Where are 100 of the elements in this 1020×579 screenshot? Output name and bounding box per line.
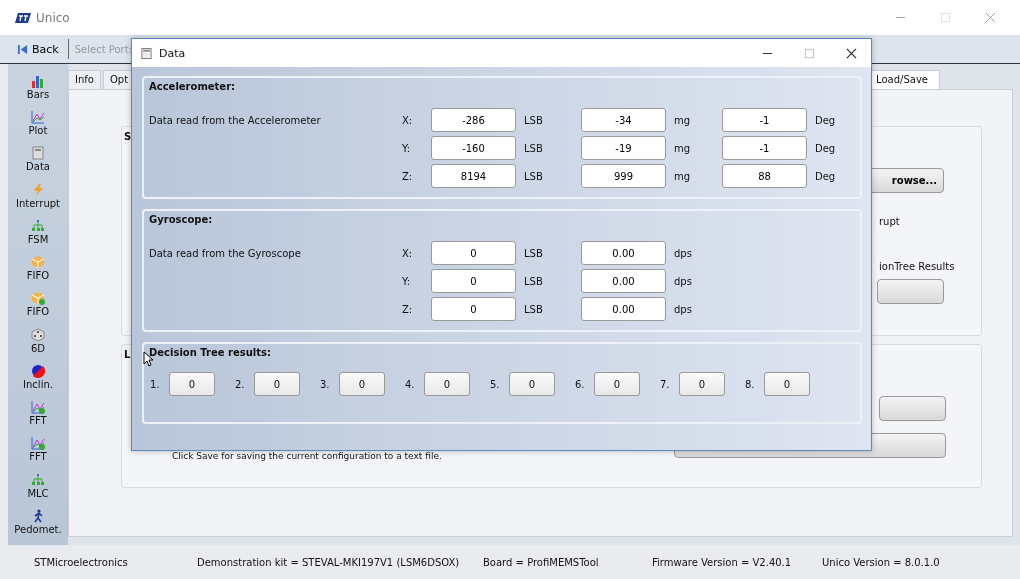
- value-field[interactable]: 8194: [431, 164, 516, 188]
- result-label: 7.: [659, 378, 671, 390]
- result-value: 0: [764, 372, 810, 396]
- save-hint: Click Save for saving the current configuration to a text file.: [172, 451, 442, 461]
- action-button[interactable]: [879, 396, 946, 421]
- maximize-icon[interactable]: [940, 12, 951, 23]
- unit-label: LSB: [523, 303, 544, 315]
- die-icon: [31, 327, 45, 342]
- group-title: S: [124, 131, 132, 142]
- result-value: 0: [339, 372, 385, 396]
- back-icon: [17, 43, 28, 55]
- cubeplus-icon: [31, 291, 45, 306]
- status-text: Board = ProfiMEMSTool: [483, 556, 600, 568]
- value-field[interactable]: 0: [431, 297, 516, 321]
- sidebar-item[interactable]: Inclin.: [8, 363, 68, 401]
- result-label: 3.: [319, 378, 331, 390]
- value-field[interactable]: 88: [722, 164, 807, 188]
- result-value: 0: [679, 372, 725, 396]
- result-label: 8.: [744, 378, 756, 390]
- sidebar-item[interactable]: FIFO: [8, 291, 68, 328]
- option-label: ionTree Results: [879, 261, 955, 272]
- sidebar-item[interactable]: FFT: [8, 400, 68, 437]
- result-label: 5.: [489, 378, 501, 390]
- logo-icon: [15, 12, 31, 23]
- unit-label: LSB: [523, 170, 544, 182]
- status-text: Unico Version = 8.0.1.0: [822, 556, 941, 568]
- maximize-icon[interactable]: [804, 47, 815, 59]
- sidebar-item[interactable]: 6D: [8, 327, 68, 364]
- status-text: STMicroelectronics: [34, 556, 129, 568]
- result-label: 1.: [149, 378, 161, 390]
- axis-label: X:: [402, 114, 414, 126]
- result-label: 6.: [574, 378, 586, 390]
- value-field[interactable]: 0.00: [581, 269, 666, 293]
- axis-label: X:: [402, 247, 414, 259]
- value-field[interactable]: 0: [431, 241, 516, 265]
- tree-icon: [31, 218, 45, 233]
- section-title: Accelerometer:: [149, 81, 237, 92]
- sidebar-item[interactable]: MLC: [8, 472, 68, 509]
- tab[interactable]: Info: [68, 70, 101, 89]
- sidebar-item[interactable]: Interrupt: [8, 182, 68, 219]
- group-title: L: [124, 349, 131, 360]
- sidebar-item[interactable]: Bars: [8, 74, 68, 111]
- action-button[interactable]: [877, 279, 944, 304]
- unit-label: LSB: [523, 114, 544, 126]
- axis-label: Y:: [402, 142, 412, 154]
- unit-label: mg: [673, 142, 692, 154]
- tab[interactable]: Load/Save: [871, 70, 940, 89]
- value-field[interactable]: -160: [431, 136, 516, 160]
- plot-icon: [31, 110, 45, 125]
- result-value: 0: [424, 372, 470, 396]
- value-field[interactable]: 0: [431, 269, 516, 293]
- sidebar-item[interactable]: Pedomet.: [8, 508, 68, 546]
- back-button[interactable]: Back: [14, 40, 62, 58]
- section-description: Data read from the Accelerometer: [149, 114, 321, 126]
- port-label: Select Port:: [74, 43, 132, 55]
- sidebar-item[interactable]: Plot: [8, 110, 68, 147]
- result-value: 0: [169, 372, 215, 396]
- value-field[interactable]: -34: [581, 108, 666, 132]
- section-title: Gyroscope:: [149, 214, 214, 225]
- dialog-title: Data: [159, 46, 186, 60]
- walker-icon: [31, 508, 45, 523]
- status-text: Demonstration kit = STEVAL-MKI197V1 (LSM6DSOX): [197, 556, 461, 568]
- value-field[interactable]: -19: [581, 136, 666, 160]
- unit-label: dps: [673, 275, 693, 287]
- unit-label: Deg: [814, 114, 836, 126]
- unit-label: dps: [673, 247, 693, 259]
- value-field[interactable]: 0.00: [581, 297, 666, 321]
- sidebar-item[interactable]: FFT: [8, 436, 68, 473]
- sidebar-item[interactable]: FIFO: [8, 255, 68, 292]
- bolt-icon: [31, 182, 45, 197]
- value-field[interactable]: 0.00: [581, 241, 666, 265]
- result-label: 4.: [404, 378, 416, 390]
- unit-label: Deg: [814, 170, 836, 182]
- unit-label: mg: [673, 170, 692, 182]
- value-field[interactable]: -1: [722, 136, 807, 160]
- sidebar-item[interactable]: Data: [8, 146, 68, 183]
- cube-icon: [31, 255, 45, 270]
- value-field[interactable]: 999: [581, 164, 666, 188]
- option-label: rupt: [879, 216, 900, 227]
- window-title: Unico: [36, 10, 70, 25]
- sidebar-item[interactable]: FSM: [8, 218, 68, 256]
- status-text: Firmware Version = V2.40.1: [652, 556, 793, 568]
- result-value: 0: [509, 372, 555, 396]
- plotplus-icon: [31, 436, 45, 451]
- axis-label: Z:: [402, 303, 414, 315]
- unit-label: LSB: [523, 142, 544, 154]
- section-description: Data read from the Gyroscope: [149, 247, 301, 259]
- value-field[interactable]: -286: [431, 108, 516, 132]
- calculator-icon: [141, 47, 152, 59]
- unit-label: Deg: [814, 142, 836, 154]
- result-value: 0: [254, 372, 300, 396]
- axis-label: Z:: [402, 170, 414, 182]
- unit-label: LSB: [523, 275, 544, 287]
- result-label: 2.: [234, 378, 246, 390]
- bars-icon: [31, 74, 45, 88]
- value-field[interactable]: -1: [722, 108, 807, 132]
- ball-icon: [31, 363, 45, 378]
- unit-label: LSB: [523, 247, 544, 259]
- result-value: 0: [594, 372, 640, 396]
- close-icon[interactable]: [846, 47, 857, 59]
